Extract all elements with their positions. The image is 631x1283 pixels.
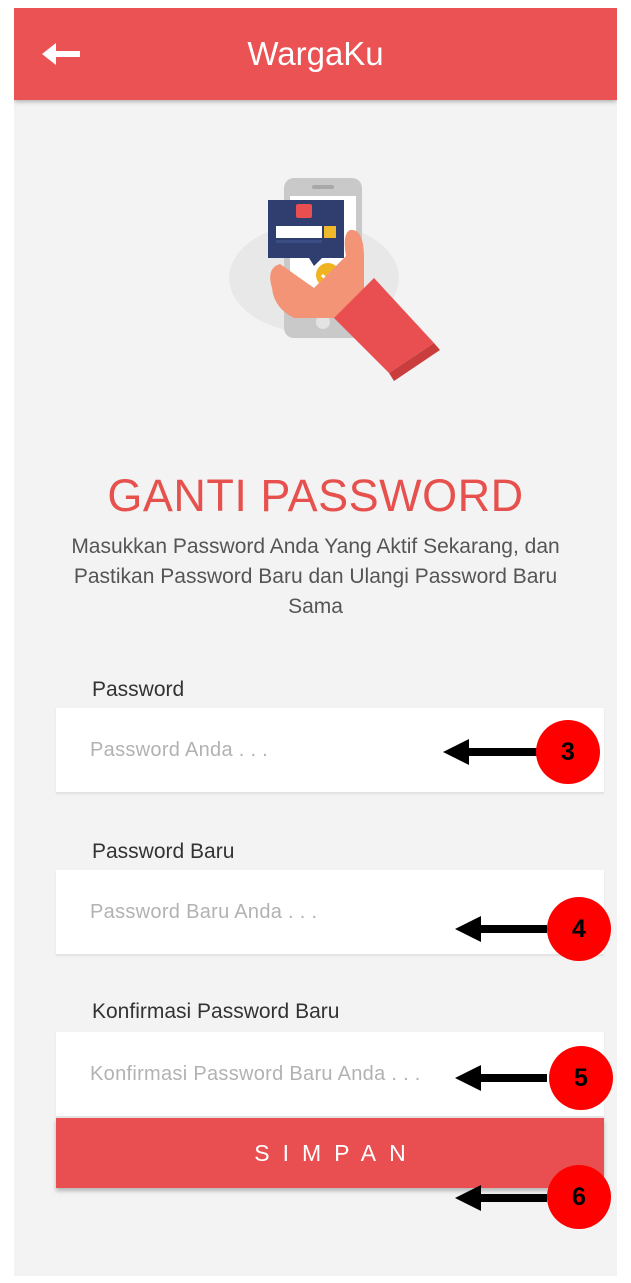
annotation-arrow-icon [443,739,543,765]
annotation-marker-6: 6 [547,1165,611,1229]
save-button[interactable]: SIMPAN [56,1118,604,1188]
annotation-marker-5: 5 [549,1046,613,1110]
annotation-arrow-icon [455,1065,547,1091]
app-title: WargaKu [247,35,384,72]
phone-lock-illustration [229,178,440,381]
app-bar: WargaKu [14,8,617,100]
annotation-marker-3: 3 [536,720,600,784]
annotation-arrow-icon [455,916,547,942]
annotation-arrow-icon [455,1185,547,1211]
page-subtitle: Masukkan Password Anda Yang Aktif Sekara… [71,535,560,618]
page-heading: GANTI PASSWORD [107,470,524,521]
confirm-password-label: Konfirmasi Password Baru [92,1000,340,1023]
password-label: Password [92,678,185,701]
new-password-label: Password Baru [92,840,235,863]
annotation-marker-4: 4 [547,897,611,961]
